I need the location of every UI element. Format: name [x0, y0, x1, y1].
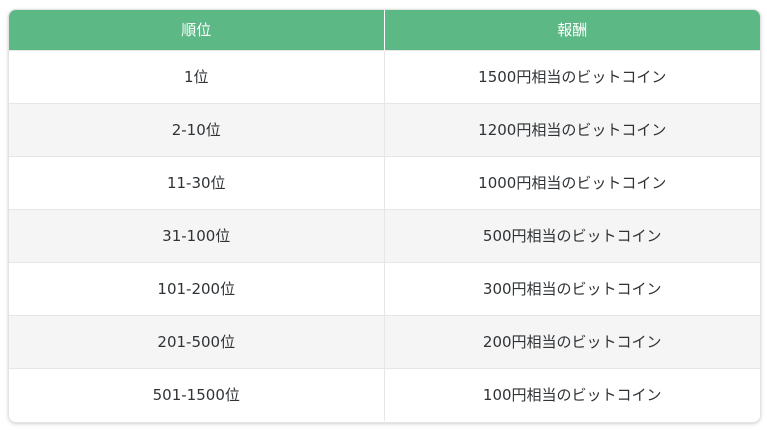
- reward-cell: 500円相当のビットコイン: [383, 209, 760, 262]
- reward-cell: 1200円相当のビットコイン: [383, 103, 760, 156]
- rank-cell: 31-100位: [162, 227, 231, 245]
- table-row: 501-1500位 100円相当のビットコイン: [9, 368, 760, 421]
- reward-cell: 1500円相当のビットコイン: [383, 50, 760, 103]
- reward-table-card: 順位 報酬 1位 1500円相当のビットコイン 2-10位 1200円相当のビッ…: [9, 10, 760, 422]
- reward-column-header: 報酬: [383, 10, 760, 50]
- rank-cell: 11-30位: [166, 174, 226, 192]
- rank-column-header: 順位: [181, 21, 212, 40]
- reward-cell: 200円相当のビットコイン: [383, 315, 760, 368]
- reward-table: 順位 報酬 1位 1500円相当のビットコイン 2-10位 1200円相当のビッ…: [9, 10, 760, 421]
- reward-cell: 100円相当のビットコイン: [383, 368, 760, 421]
- table-row: 201-500位 200円相当のビットコイン: [9, 315, 760, 368]
- rank-cell: 1位: [183, 68, 209, 86]
- rank-cell: 501-1500位: [152, 386, 240, 405]
- header-row: 順位 報酬: [9, 10, 760, 50]
- rank-cell: 101-200位: [157, 280, 236, 298]
- table-header: 順位 報酬: [9, 10, 760, 50]
- rank-cell: 201-500位: [157, 333, 236, 351]
- reward-cell: 1000円相当のビットコイン: [383, 156, 760, 209]
- table-row: 2-10位 1200円相当のビットコイン: [9, 103, 760, 156]
- table-row: 31-100位 500円相当のビットコイン: [9, 209, 760, 262]
- table-body: 1位 1500円相当のビットコイン 2-10位 1200円相当のビットコイン 1…: [9, 50, 760, 421]
- reward-cell: 300円相当のビットコイン: [383, 262, 760, 315]
- table-row: 1位 1500円相当のビットコイン: [9, 50, 760, 103]
- rank-cell: 2-10位: [171, 121, 221, 139]
- table-row: 101-200位 300円相当のビットコイン: [9, 262, 760, 315]
- table-row: 11-30位 1000円相当のビットコイン: [9, 156, 760, 209]
